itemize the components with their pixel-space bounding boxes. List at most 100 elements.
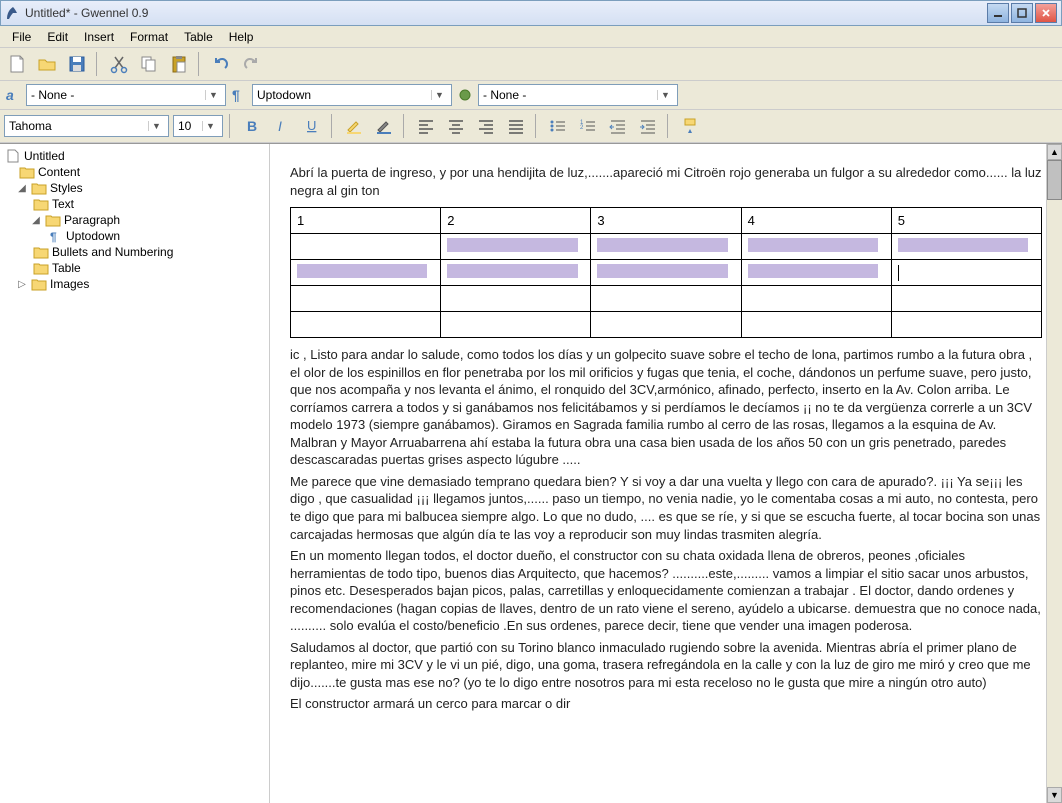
table-cell[interactable]: [741, 260, 891, 286]
font-color-button[interactable]: [371, 113, 397, 139]
paragraph[interactable]: Me parece que vine demasiado temprano qu…: [290, 473, 1042, 543]
table-row[interactable]: [291, 286, 1042, 312]
font-name-dropdown[interactable]: Tahoma ▼: [4, 115, 169, 137]
table-cell[interactable]: [441, 234, 591, 260]
menu-help[interactable]: Help: [221, 28, 262, 46]
font-size-dropdown[interactable]: 10 ▼: [173, 115, 223, 137]
table-cell[interactable]: [591, 312, 741, 338]
collapse-icon[interactable]: ◢: [30, 215, 42, 226]
table-cell[interactable]: [291, 260, 441, 286]
svg-text:I: I: [278, 118, 282, 134]
table-row[interactable]: [291, 312, 1042, 338]
selection-highlight: [748, 238, 878, 252]
tree-paragraph[interactable]: ◢ Paragraph: [2, 212, 267, 228]
document-editor[interactable]: Abrí la puerta de ingreso, y por una hen…: [270, 144, 1062, 803]
copy-button[interactable]: [136, 51, 162, 77]
decrease-indent-button[interactable]: [605, 113, 631, 139]
new-button[interactable]: [4, 51, 30, 77]
align-left-button[interactable]: [413, 113, 439, 139]
table-cell[interactable]: [591, 286, 741, 312]
tree-content[interactable]: Content: [2, 164, 267, 180]
scroll-thumb[interactable]: [1047, 160, 1062, 200]
menu-insert[interactable]: Insert: [76, 28, 122, 46]
tree-bullets[interactable]: Bullets and Numbering: [2, 244, 267, 260]
table-row[interactable]: 1 2 3 4 5: [291, 208, 1042, 234]
collapse-icon[interactable]: ◢: [16, 183, 28, 194]
folder-icon: [19, 165, 35, 179]
table-cell[interactable]: 2: [441, 208, 591, 234]
tree-images[interactable]: ▷ Images: [2, 276, 267, 292]
table-cell[interactable]: [291, 312, 441, 338]
highlight-button[interactable]: [341, 113, 367, 139]
scroll-track[interactable]: [1047, 200, 1062, 787]
table-cell[interactable]: [891, 312, 1041, 338]
paragraph-style-dropdown[interactable]: Uptodown ▼: [252, 84, 452, 106]
expand-icon[interactable]: ▷: [16, 279, 28, 290]
folder-icon: [31, 277, 47, 291]
menu-format[interactable]: Format: [122, 28, 176, 46]
tree-uptodown[interactable]: ¶ Uptodown: [2, 228, 267, 244]
table-cell[interactable]: [291, 234, 441, 260]
table-cell[interactable]: [741, 286, 891, 312]
char-style-dropdown[interactable]: - None - ▼: [26, 84, 226, 106]
table-cell[interactable]: [441, 260, 591, 286]
table-cell[interactable]: [591, 234, 741, 260]
paragraph[interactable]: En un momento llegan todos, el doctor du…: [290, 547, 1042, 635]
underline-button[interactable]: U: [299, 113, 325, 139]
list-style-dropdown[interactable]: - None - ▼: [478, 84, 678, 106]
table-cell[interactable]: 5: [891, 208, 1041, 234]
save-button[interactable]: [64, 51, 90, 77]
format-paint-button[interactable]: [677, 113, 703, 139]
bullet-list-button[interactable]: [545, 113, 571, 139]
svg-text:B: B: [247, 118, 257, 134]
close-button[interactable]: [1035, 3, 1057, 23]
char-style-icon: a: [4, 86, 22, 104]
paste-button[interactable]: [166, 51, 192, 77]
table-cell[interactable]: [591, 260, 741, 286]
menubar: File Edit Insert Format Table Help: [0, 26, 1062, 48]
menu-file[interactable]: File: [4, 28, 39, 46]
document-table[interactable]: 1 2 3 4 5: [290, 207, 1042, 338]
tree-table[interactable]: Table: [2, 260, 267, 276]
open-button[interactable]: [34, 51, 60, 77]
redo-button[interactable]: [238, 51, 264, 77]
paragraph[interactable]: Saludamos al doctor, que partió con su T…: [290, 639, 1042, 692]
table-cell[interactable]: 1: [291, 208, 441, 234]
table-cell[interactable]: [441, 286, 591, 312]
align-center-button[interactable]: [443, 113, 469, 139]
table-cell[interactable]: [891, 260, 1041, 286]
maximize-button[interactable]: [1011, 3, 1033, 23]
menu-table[interactable]: Table: [176, 28, 221, 46]
table-cell[interactable]: [891, 286, 1041, 312]
table-cell[interactable]: 3: [591, 208, 741, 234]
paragraph[interactable]: Abrí la puerta de ingreso, y por una hen…: [290, 164, 1042, 199]
table-cell[interactable]: [891, 234, 1041, 260]
paragraph[interactable]: ic , Listo para andar lo salude, como to…: [290, 346, 1042, 469]
minimize-button[interactable]: [987, 3, 1009, 23]
table-cell[interactable]: [741, 312, 891, 338]
increase-indent-button[interactable]: [635, 113, 661, 139]
folder-icon: [33, 245, 49, 259]
bold-button[interactable]: B: [239, 113, 265, 139]
scroll-up-button[interactable]: ▲: [1047, 144, 1062, 160]
tree-styles[interactable]: ◢ Styles: [2, 180, 267, 196]
table-row[interactable]: [291, 234, 1042, 260]
paragraph[interactable]: El constructor armará un cerco para marc…: [290, 695, 1042, 713]
table-cell[interactable]: [291, 286, 441, 312]
align-justify-button[interactable]: [503, 113, 529, 139]
numbered-list-button[interactable]: 12: [575, 113, 601, 139]
align-right-button[interactable]: [473, 113, 499, 139]
table-cell[interactable]: 4: [741, 208, 891, 234]
tree-root[interactable]: Untitled: [2, 148, 267, 164]
menu-edit[interactable]: Edit: [39, 28, 76, 46]
italic-button[interactable]: I: [269, 113, 295, 139]
tree-text[interactable]: Text: [2, 196, 267, 212]
undo-button[interactable]: [208, 51, 234, 77]
table-row[interactable]: [291, 260, 1042, 286]
table-cell[interactable]: [441, 312, 591, 338]
scroll-down-button[interactable]: ▼: [1047, 787, 1062, 803]
cut-button[interactable]: [106, 51, 132, 77]
vertical-scrollbar[interactable]: ▲ ▼: [1046, 144, 1062, 803]
table-cell[interactable]: [741, 234, 891, 260]
sidebar[interactable]: Untitled Content ◢ Styles Text ◢ Paragra…: [0, 144, 270, 803]
